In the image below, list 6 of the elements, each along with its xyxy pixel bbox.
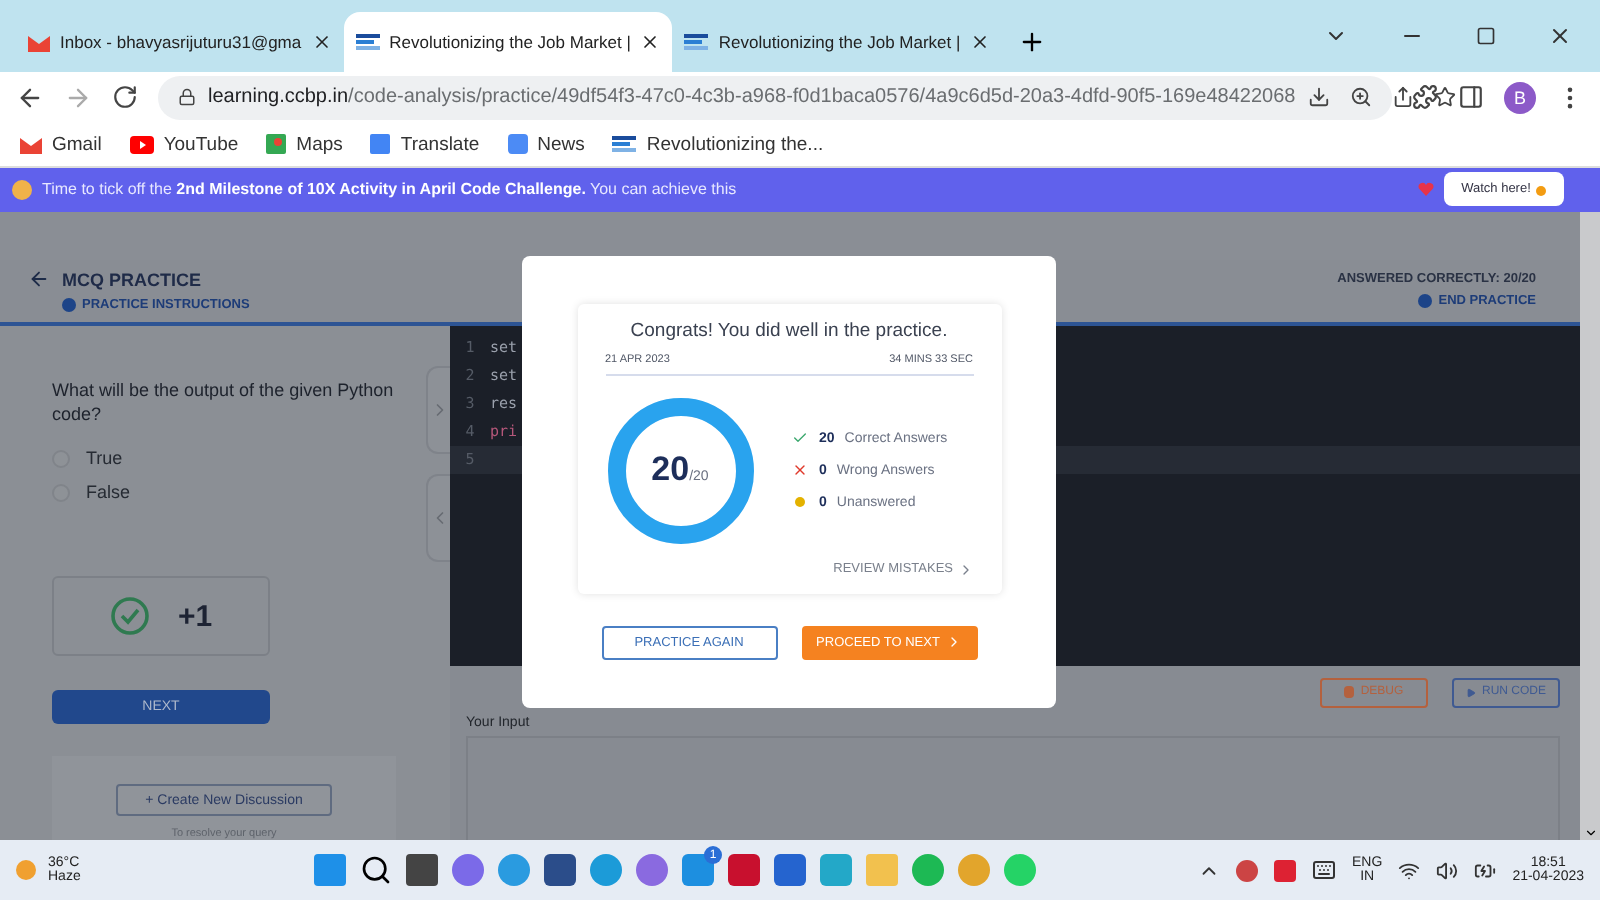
- page-title: MCQ PRACTICE: [62, 269, 201, 290]
- url-text: learning.ccbp.in/code-analysis/practice/49df54f3-47c0-4c3b-a968-f0d1baca0576/4a9c6d5d-20a3-4dfd-90f5-169e48422068: [208, 86, 1296, 109]
- banner-text: Time to tick off the 2nd Milestone of 10X Activity in April Code Challenge. You can achieve this: [42, 180, 739, 199]
- points-text: +1: [177, 599, 213, 634]
- question-text: What will be the output of the given Python code?: [52, 377, 396, 429]
- congrats-heading: Congrats! You did well in the practice.: [628, 319, 950, 342]
